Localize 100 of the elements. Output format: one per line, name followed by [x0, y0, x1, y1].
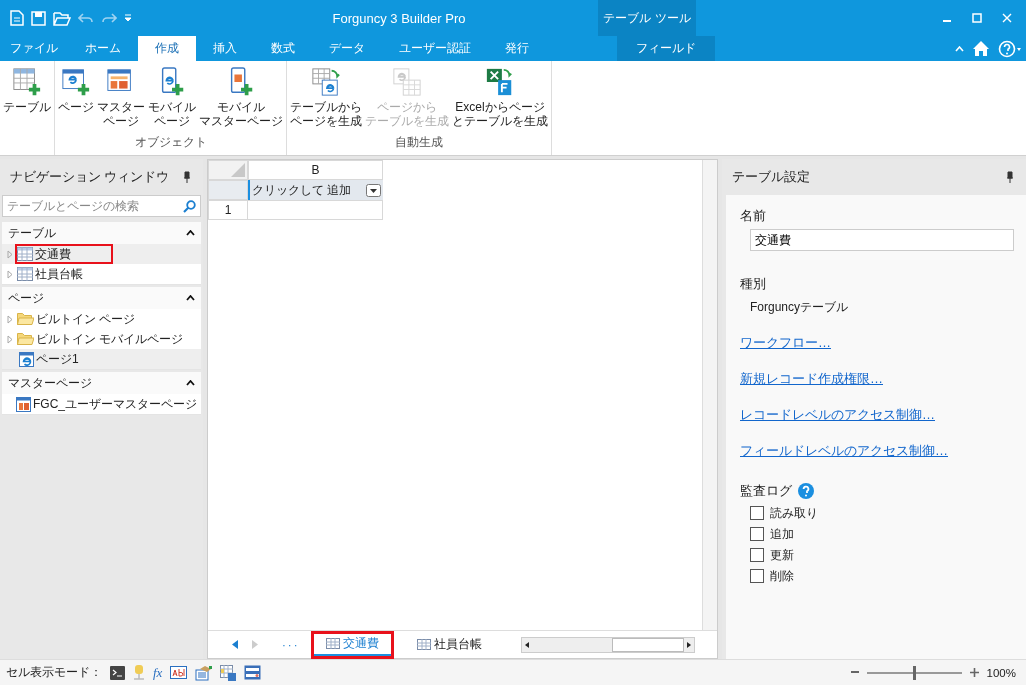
ribbon-button[interactable]: マスター ページ [96, 67, 146, 134]
table-icon [17, 267, 33, 281]
section-header[interactable]: ページ [2, 285, 201, 309]
previous-sheet-icon[interactable] [232, 640, 238, 649]
web-page-icon [19, 351, 34, 367]
close-icon[interactable] [1002, 13, 1012, 23]
checkbox-label: 読み取り [770, 505, 818, 521]
ribbon-button[interactable]: モバイル ページ [147, 67, 197, 134]
settings-link[interactable]: 新規レコード作成権限… [740, 370, 883, 388]
expand-arrow-icon[interactable] [7, 249, 13, 259]
ribbon-group-label: オブジェクト [134, 134, 207, 151]
ribbon-tab[interactable]: 作成 [138, 36, 196, 61]
tree-item-label: ビルトイン モバイルページ [36, 330, 184, 348]
section-header[interactable]: テーブル [2, 220, 201, 244]
checkbox[interactable] [750, 506, 764, 520]
checkbox-label: 更新 [770, 547, 794, 563]
tree-item[interactable]: 交通費 [2, 244, 201, 264]
panel-title: テーブル設定 [732, 168, 810, 186]
more-sheets[interactable]: ··· [282, 638, 300, 651]
settings-link[interactable]: レコードレベルのアクセス制御… [740, 406, 935, 424]
table-to-page-icon [311, 67, 341, 97]
field-label: 監査ログ [740, 482, 792, 500]
search-field[interactable]: テーブルとページの検索 [2, 195, 201, 217]
cell-mode-label: セル表示モード： [6, 665, 102, 680]
expand-arrow-icon[interactable] [7, 314, 13, 324]
checkbox-label: 追加 [770, 526, 794, 542]
tree-item-label: 交通費 [35, 245, 71, 263]
vertical-scrollbar[interactable] [702, 160, 717, 630]
ribbon-group-label: 自動生成 [395, 134, 443, 151]
field-label: 種別 [740, 275, 767, 293]
help-icon[interactable] [998, 39, 1022, 58]
maximize-icon[interactable] [972, 13, 982, 23]
expand-arrow-icon[interactable] [7, 334, 13, 344]
ribbon-button[interactable]: テーブル [2, 67, 52, 155]
ribbon-tab[interactable]: フィールド [617, 36, 715, 61]
section-header[interactable]: マスターページ [2, 370, 201, 394]
row-number: 1 [208, 200, 248, 220]
terminal-icon[interactable] [110, 665, 125, 680]
save-icon[interactable] [31, 10, 46, 26]
tree-item[interactable]: ビルトイン ページ [2, 309, 201, 329]
ribbon-button[interactable]: テーブルから ページを生成 [289, 67, 363, 134]
ribbon-button[interactable]: Excelからページ とテーブルを生成 [451, 67, 549, 134]
tree-item[interactable]: 社員台帳 [2, 264, 201, 284]
page-to-table-icon [392, 67, 422, 97]
collapse-icon[interactable] [186, 380, 195, 386]
text-field-icon[interactable] [170, 666, 188, 679]
help-icon[interactable] [798, 483, 814, 499]
expand-arrow-icon[interactable] [7, 269, 13, 279]
checkbox[interactable] [750, 569, 764, 583]
web-page-add-icon [61, 67, 91, 97]
dropdown-caret-icon[interactable] [124, 14, 132, 22]
pin-icon[interactable] [183, 171, 191, 183]
table-add-icon [12, 67, 42, 97]
undo-icon[interactable] [78, 12, 94, 24]
sheet-tab[interactable]: 社員台帳 [404, 634, 494, 655]
add-field-cell[interactable]: クリックして 追加 [248, 180, 383, 200]
new-file-icon[interactable] [10, 10, 24, 26]
redo-icon[interactable] [101, 12, 117, 24]
ribbon-button[interactable]: ページ [57, 67, 95, 134]
collapse-icon[interactable] [186, 230, 195, 236]
ribbon-button[interactable]: モバイル マスターページ [198, 67, 284, 134]
checkbox[interactable] [750, 527, 764, 541]
zoom-out-icon[interactable] [850, 671, 859, 674]
sheet-tab[interactable]: 交通費 [313, 633, 391, 656]
table-icon [17, 247, 33, 261]
table-icon [325, 638, 340, 649]
table-grid-icon[interactable] [220, 664, 237, 681]
context-tab-header: テーブル ツール [598, 0, 696, 36]
layout-icon[interactable] [244, 665, 262, 680]
column-header[interactable]: B [248, 160, 383, 180]
name-field[interactable]: 交通費 [750, 229, 1014, 251]
field-label: 名前 [740, 207, 767, 225]
dropdown-icon[interactable] [366, 183, 381, 197]
spreadsheet-import-icon [485, 67, 515, 97]
table-icon [416, 639, 431, 650]
form-icon[interactable] [195, 664, 213, 681]
collapse-ribbon-icon[interactable] [955, 45, 964, 52]
settings-link[interactable]: ワークフロー… [740, 334, 831, 352]
zoom-level: 100% [986, 666, 1016, 679]
open-folder-icon[interactable] [53, 10, 71, 26]
tree-item-label: ページ1 [36, 350, 79, 368]
table-cell[interactable] [248, 200, 383, 220]
search-icon[interactable] [183, 200, 196, 213]
settings-link[interactable]: フィールドレベルのアクセス制御… [740, 442, 948, 460]
tree-item-label: FGC_ユーザーマスターページ [33, 395, 197, 413]
formula-button[interactable]: fx [153, 664, 163, 681]
folder-icon [17, 332, 34, 346]
zoom-in-icon[interactable] [969, 668, 979, 677]
navigation-title: ナビゲーション ウィンドウ [10, 168, 170, 186]
horizontal-scrollbar[interactable] [521, 636, 695, 653]
tree-item-label: ビルトイン ページ [36, 310, 136, 328]
collapse-icon[interactable] [186, 295, 195, 301]
tree-item[interactable]: FGC_ユーザーマスターページ [2, 394, 201, 414]
checkbox[interactable] [750, 548, 764, 562]
pin-icon[interactable] [1006, 171, 1014, 183]
tree-item[interactable]: ビルトイン モバイルページ [2, 329, 201, 349]
tree-item[interactable]: ページ1 [2, 349, 201, 369]
checkbox-label: 削除 [770, 568, 794, 584]
home-icon[interactable] [972, 40, 990, 57]
window-title: Forguncy 3 Builder Pro [331, 10, 467, 26]
